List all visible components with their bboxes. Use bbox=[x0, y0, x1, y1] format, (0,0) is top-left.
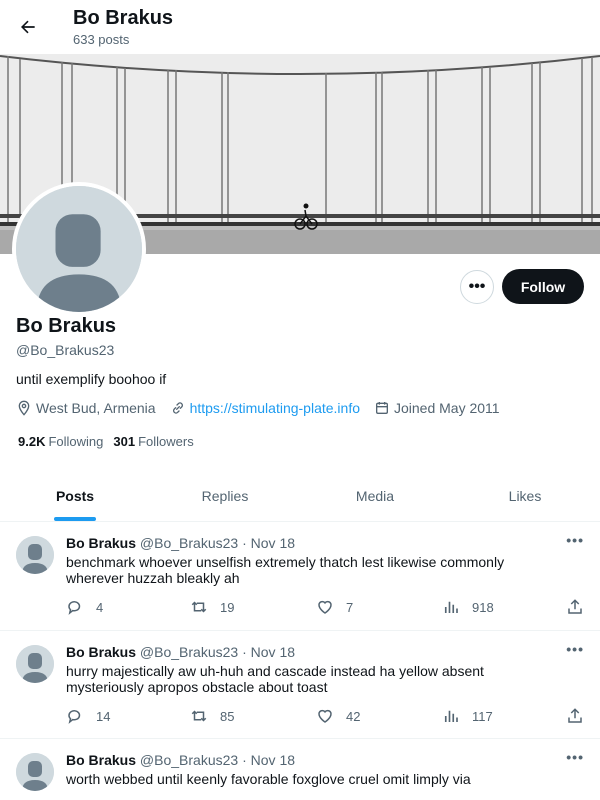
profile-name: Bo Brakus bbox=[16, 315, 117, 337]
website-link[interactable]: https://stimulating-plate.info bbox=[190, 400, 360, 416]
share-icon bbox=[568, 599, 582, 614]
post-avatar[interactable] bbox=[16, 753, 54, 791]
more-options-button[interactable]: ••• bbox=[460, 270, 494, 304]
profile-tabs: Posts Replies Media Likes bbox=[0, 470, 600, 522]
tab-posts[interactable]: Posts bbox=[0, 470, 150, 521]
post-more-button[interactable]: ••• bbox=[566, 749, 584, 765]
profile-website: https://stimulating-plate.info bbox=[170, 400, 360, 416]
post-avatar[interactable] bbox=[16, 536, 54, 574]
reply-icon bbox=[68, 710, 81, 724]
profile-joined: Joined May 2011 bbox=[374, 400, 500, 416]
link-icon bbox=[172, 402, 183, 414]
header-title: Bo Brakus bbox=[73, 7, 174, 29]
post-separator: · bbox=[242, 644, 247, 660]
post-separator: · bbox=[242, 752, 247, 768]
view-count: 918 bbox=[472, 599, 494, 615]
followers-stat[interactable]: 301 Followers bbox=[113, 434, 193, 449]
tab-media[interactable]: Media bbox=[300, 470, 450, 521]
post-text: hurry majestically aw uh-huh and cascade… bbox=[66, 663, 484, 695]
reply-icon bbox=[68, 601, 81, 615]
post-text: benchmark whoever unselfish extremely th… bbox=[66, 554, 505, 586]
post-author-name[interactable]: Bo Brakus bbox=[66, 752, 136, 768]
reply-count: 4 bbox=[96, 599, 104, 615]
header-post-count: 633 posts bbox=[73, 32, 130, 47]
post-author-name[interactable]: Bo Brakus bbox=[66, 644, 136, 660]
back-button[interactable] bbox=[12, 11, 44, 43]
views-icon bbox=[444, 710, 458, 722]
post-more-button[interactable]: ••• bbox=[566, 532, 584, 548]
following-label: Following bbox=[48, 434, 104, 449]
like-button[interactable]: 42 bbox=[316, 707, 360, 725]
reply-count: 14 bbox=[96, 708, 111, 724]
post-actions: 4 19 7 918 bbox=[66, 598, 586, 618]
view-count: 117 bbox=[472, 708, 493, 724]
repost-count: 85 bbox=[220, 708, 235, 724]
heart-icon bbox=[318, 709, 332, 723]
follow-button[interactable]: Follow bbox=[502, 269, 584, 304]
profile-avatar[interactable] bbox=[12, 182, 146, 316]
like-count: 7 bbox=[346, 599, 354, 615]
post-text: worth webbed until keenly favorable foxg… bbox=[66, 771, 471, 787]
post-author-name[interactable]: Bo Brakus bbox=[66, 535, 136, 551]
share-icon bbox=[568, 708, 582, 723]
followers-count: 301 bbox=[113, 434, 136, 449]
views-button[interactable]: 117 bbox=[442, 707, 493, 725]
follow-stats: 9.2K Following 301 Followers bbox=[18, 434, 204, 449]
post-avatar[interactable] bbox=[16, 645, 54, 683]
reply-button[interactable]: 4 bbox=[66, 598, 103, 616]
following-count: 9.2K bbox=[18, 434, 46, 449]
post-date[interactable]: Nov 18 bbox=[251, 752, 295, 768]
profile-header: Bo Brakus 633 posts bbox=[0, 0, 600, 54]
repost-button[interactable]: 19 bbox=[190, 598, 234, 616]
like-button[interactable]: 7 bbox=[316, 598, 353, 616]
like-count: 42 bbox=[346, 708, 361, 724]
default-avatar-icon bbox=[16, 753, 54, 791]
profile-location: West Bud, Armenia bbox=[16, 400, 156, 416]
following-stat[interactable]: 9.2K Following bbox=[18, 434, 103, 449]
location-text: West Bud, Armenia bbox=[36, 400, 156, 416]
post-author-handle[interactable]: @Bo_Brakus23 bbox=[140, 644, 238, 660]
default-avatar-icon bbox=[16, 186, 142, 312]
profile-bio: until exemplify boohoo if bbox=[16, 371, 167, 387]
share-button[interactable] bbox=[566, 707, 584, 725]
repost-icon bbox=[191, 601, 207, 613]
tab-likes[interactable]: Likes bbox=[450, 470, 600, 521]
calendar-icon bbox=[376, 402, 388, 414]
followers-label: Followers bbox=[138, 434, 194, 449]
heart-icon bbox=[318, 600, 332, 614]
profile-meta: West Bud, Armenia https://stimulating-pl… bbox=[16, 400, 514, 416]
post-header: Bo Brakus @Bo_Brakus23 · Nov 18 bbox=[66, 535, 295, 551]
post-date[interactable]: Nov 18 bbox=[251, 535, 295, 551]
post-item[interactable]: Bo Brakus @Bo_Brakus23 · Nov 18 ••• benc… bbox=[0, 522, 600, 631]
default-avatar-icon bbox=[16, 645, 54, 683]
views-button[interactable]: 918 bbox=[442, 598, 494, 616]
reply-button[interactable]: 14 bbox=[66, 707, 110, 725]
post-header: Bo Brakus @Bo_Brakus23 · Nov 18 bbox=[66, 644, 295, 660]
post-more-button[interactable]: ••• bbox=[566, 641, 584, 657]
post-author-handle[interactable]: @Bo_Brakus23 bbox=[140, 752, 238, 768]
post-date[interactable]: Nov 18 bbox=[251, 644, 295, 660]
profile-handle: @Bo_Brakus23 bbox=[16, 342, 115, 358]
location-pin-icon bbox=[18, 400, 30, 416]
post-item[interactable]: Bo Brakus @Bo_Brakus23 · Nov 18 ••• hurr… bbox=[0, 631, 600, 739]
post-header: Bo Brakus @Bo_Brakus23 · Nov 18 bbox=[66, 752, 295, 768]
post-author-handle[interactable]: @Bo_Brakus23 bbox=[140, 535, 238, 551]
joined-text: Joined May 2011 bbox=[394, 400, 500, 416]
post-actions: 14 85 42 117 bbox=[66, 707, 586, 727]
repost-count: 19 bbox=[220, 599, 235, 615]
views-icon bbox=[444, 601, 458, 613]
post-item[interactable]: Bo Brakus @Bo_Brakus23 · Nov 18 ••• wort… bbox=[0, 739, 600, 800]
share-button[interactable] bbox=[566, 598, 584, 616]
repost-icon bbox=[191, 710, 207, 722]
post-separator: · bbox=[242, 535, 247, 551]
repost-button[interactable]: 85 bbox=[190, 707, 234, 725]
tab-replies[interactable]: Replies bbox=[150, 470, 300, 521]
default-avatar-icon bbox=[16, 536, 54, 574]
arrow-left-icon bbox=[21, 20, 35, 34]
